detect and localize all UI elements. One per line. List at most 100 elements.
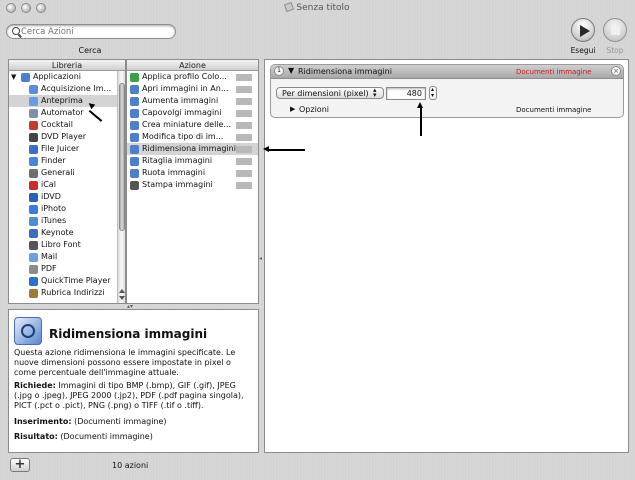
stop-button[interactable] — [603, 18, 627, 42]
action-item[interactable]: Ruota immagini — [127, 167, 258, 179]
close-action-icon[interactable]: × — [611, 66, 621, 76]
description-panel: Ridimensiona immagini Questa azione ridi… — [8, 309, 259, 453]
action-card-title: Ridimensiona immagini — [298, 67, 392, 76]
size-stepper[interactable]: ▴ ▾ — [429, 86, 437, 100]
library-scrollbar[interactable] — [117, 71, 125, 303]
library-item-label: Keynote — [41, 228, 74, 237]
dvd-player-icon — [29, 133, 38, 142]
scroll-up-icon[interactable] — [119, 289, 125, 293]
zoom-window-button[interactable] — [36, 3, 46, 13]
actions-panel: Azione Applica profilo Colo... Apri immag… — [126, 59, 259, 304]
library-item-label: File Juicer — [41, 144, 80, 153]
library-item[interactable]: Generali — [9, 167, 117, 179]
library-item-label: iTunes — [41, 216, 67, 225]
stepper-arrows-icon[interactable]: ▴ ▾ — [431, 87, 434, 99]
action-item-label: Apri immagini in An... — [142, 84, 229, 93]
input-type-label: Documenti immagine — [516, 68, 592, 76]
action-item[interactable]: Ritaglia immagini — [127, 155, 258, 167]
preview-app-icon — [14, 317, 42, 345]
library-item[interactable]: Libro Font — [9, 239, 117, 251]
disclosure-triangle-icon[interactable]: ▼ — [11, 71, 16, 83]
library-item[interactable]: PDF — [9, 263, 117, 275]
library-item[interactable]: iPhoto — [9, 203, 117, 215]
requires-label: Richiede: — [14, 381, 56, 390]
library-item[interactable]: iTunes — [9, 215, 117, 227]
library-item[interactable]: Finder — [9, 155, 117, 167]
action-count-status: 10 azioni — [112, 461, 149, 470]
action-card-header[interactable]: 1 ▼ Ridimensiona immagini Documenti imma… — [271, 65, 623, 79]
library-item-label: iCal — [41, 180, 56, 189]
scroll-down-icon[interactable] — [119, 296, 125, 300]
library-scroll-thumb[interactable] — [119, 83, 125, 231]
search-field[interactable] — [6, 24, 176, 39]
search-section-label: Cerca — [78, 46, 102, 55]
library-item-label: PDF — [41, 264, 57, 273]
action-type-tag — [236, 110, 252, 117]
action-item[interactable]: Applica profilo Colo... — [127, 71, 258, 83]
resize-mode-popup[interactable]: Per dimensioni (pixel) ▴ ▾ — [276, 87, 384, 99]
idvd-icon — [29, 193, 38, 202]
size-field[interactable]: 480 — [386, 87, 426, 100]
action-type-tag — [236, 98, 252, 105]
action-item-label: Aumenta immagini — [142, 96, 219, 105]
printer-icon — [130, 181, 139, 190]
run-button[interactable] — [571, 18, 595, 42]
preview-icon — [130, 109, 139, 118]
library-item[interactable]: ▼ Applicazioni — [9, 71, 117, 83]
font-book-icon — [29, 241, 38, 250]
search-input[interactable] — [21, 26, 171, 37]
close-window-button[interactable] — [6, 3, 16, 13]
action-card-resize-images[interactable]: 1 ▼ Ridimensiona immagini Documenti imma… — [270, 64, 624, 118]
library-item[interactable]: File Juicer — [9, 143, 117, 155]
library-item[interactable]: Mail — [9, 251, 117, 263]
action-type-tag — [236, 182, 252, 189]
action-item[interactable]: Stampa immagini — [127, 179, 258, 191]
action-type-tag — [236, 122, 252, 129]
add-button[interactable]: + — [10, 458, 30, 472]
preview-icon — [130, 133, 139, 142]
library-item[interactable]: iCal — [9, 179, 117, 191]
library-item[interactable]: iDVD — [9, 191, 117, 203]
annotation-arrow-size — [417, 102, 425, 136]
title-bar: Senza titolo — [0, 0, 635, 16]
window-title: Senza titolo — [296, 3, 350, 13]
description-requires: Richiede: Immagini di tipo BMP (.bmp), G… — [14, 381, 250, 411]
automator-robot-icon — [29, 109, 38, 118]
action-item-label: Modifica tipo di im... — [142, 132, 224, 141]
action-type-tag — [236, 86, 252, 93]
finder-icon — [29, 157, 38, 166]
library-item[interactable]: Rubrica Indirizzi — [9, 287, 117, 299]
description-input: Inserimento: (Documenti immagine) — [14, 417, 250, 427]
action-item[interactable]: Crea miniature delle... — [127, 119, 258, 131]
library-item[interactable]: QuickTime Player — [9, 275, 117, 287]
action-item[interactable]: Modifica tipo di im... — [127, 131, 258, 143]
stop-icon — [611, 26, 620, 35]
result-label: Risultato: — [14, 432, 58, 441]
document-icon — [284, 1, 295, 13]
minimize-window-button[interactable] — [21, 3, 31, 13]
iphoto-icon — [29, 205, 38, 214]
action-item[interactable]: Capovolgi immagini — [127, 107, 258, 119]
collapse-triangle-icon[interactable]: ▼ — [288, 66, 294, 75]
library-item-label: Automator — [41, 108, 84, 117]
action-item[interactable]: Aumenta immagini — [127, 95, 258, 107]
library-item[interactable]: DVD Player — [9, 131, 117, 143]
action-item-label: Ruota immagini — [142, 168, 206, 177]
action-item[interactable]: Ridimensiona immagini — [127, 143, 258, 155]
library-item-label: QuickTime Player — [41, 276, 111, 285]
library-item-label: iDVD — [41, 192, 61, 201]
preview-icon — [130, 157, 139, 166]
action-item[interactable]: Apri immagini in An... — [127, 83, 258, 95]
options-triangle-icon[interactable]: ▶ — [290, 105, 295, 113]
action-item-label: Crea miniature delle... — [142, 120, 232, 129]
library-item-label: iPhoto — [41, 204, 67, 213]
library-header: Libreria — [9, 60, 125, 71]
result-text: (Documenti immagine) — [60, 432, 153, 441]
actions-list[interactable]: Applica profilo Colo... Apri immagini in … — [127, 71, 258, 303]
options-label[interactable]: Opzioni — [299, 105, 329, 114]
library-item-label: Cocktail — [41, 120, 73, 129]
cocktail-icon — [29, 121, 38, 130]
workflow-area[interactable] — [264, 59, 629, 453]
library-item[interactable]: Acquisizione Im... — [9, 83, 117, 95]
library-item[interactable]: Keynote — [9, 227, 117, 239]
